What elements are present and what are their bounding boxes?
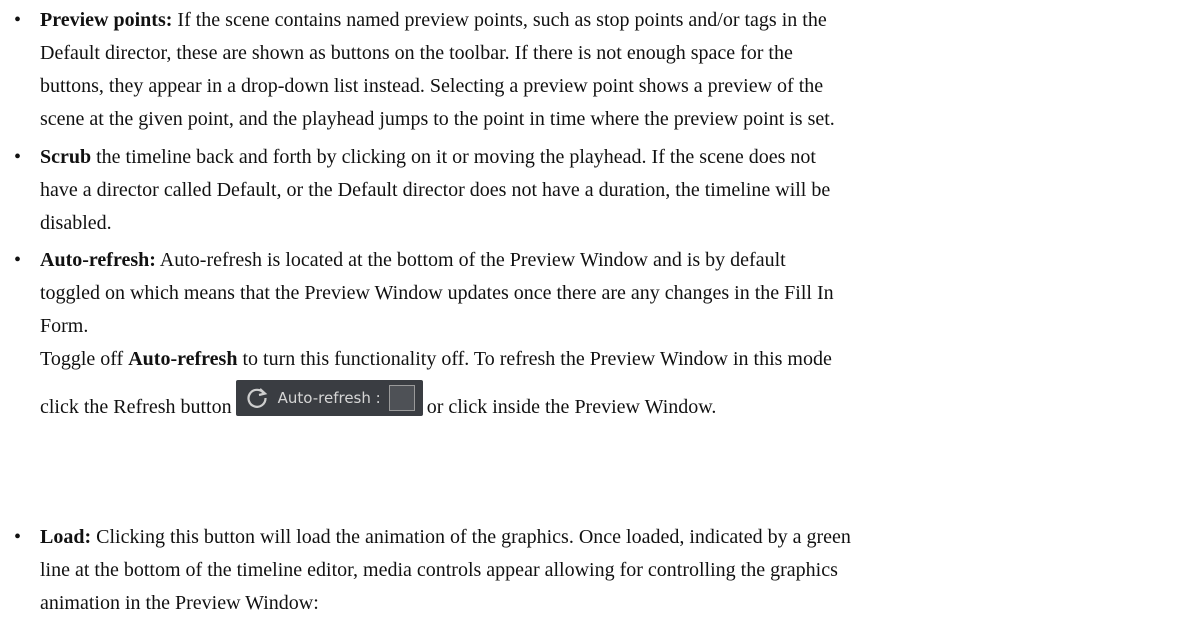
term-auto-refresh-inline: Auto-refresh <box>128 348 238 370</box>
bullet: • <box>14 9 22 31</box>
refresh-button-image: Auto-refresh : <box>235 380 423 416</box>
term-auto-refresh: Auto-refresh: <box>40 249 156 271</box>
text-segment: Clicking this button will load the anima… <box>91 526 851 548</box>
bullet: • <box>14 526 22 548</box>
text-line: line at the bottom of the timeline edito… <box>40 559 838 581</box>
text-line: click the Refresh button Auto-refresh : or… <box>40 380 1185 424</box>
text-segment: click the Refresh button <box>40 396 232 418</box>
text-line: Auto-refresh: Auto-refresh is located at… <box>40 244 1185 277</box>
refresh-icon <box>247 388 267 408</box>
text-line: Default director, these are shown as but… <box>40 42 793 64</box>
text-segment: to turn this functionality off. To refre… <box>237 348 832 370</box>
text-line: scene at the given point, and the playhe… <box>40 108 835 130</box>
text-line: Preview points: If the scene contains na… <box>40 4 1185 37</box>
document-page: • Preview points: If the scene contains … <box>0 0 1194 630</box>
list-item-scrub: • Scrub the timeline back and forth by c… <box>14 141 1185 240</box>
text-segment: Toggle off <box>40 348 129 370</box>
bullet: • <box>14 249 22 271</box>
term-preview-points: Preview points: <box>40 9 173 31</box>
term-scrub: Scrub <box>40 146 92 168</box>
text-line: Scrub the timeline back and forth by cli… <box>40 141 1185 174</box>
text-line: Load: Clicking this button will load the… <box>40 521 1185 554</box>
text-line: Toggle off Auto-refresh to turn this fun… <box>40 343 1185 376</box>
list-item-preview-points: • Preview points: If the scene contains … <box>14 4 1185 136</box>
term-load: Load: <box>40 526 92 548</box>
text-segment: If the scene contains named preview poin… <box>172 9 827 31</box>
list-item-load: • Load: Clicking this button will load t… <box>14 521 1185 620</box>
text-segment: Auto-refresh is located at the bottom of… <box>155 249 786 271</box>
text-line: have a director called Default, or the D… <box>40 179 831 201</box>
text-line: buttons, they appear in a drop-down list… <box>40 75 824 97</box>
text-line: animation in the Preview Window: <box>40 592 319 614</box>
text-segment: or click inside the Preview Window. <box>426 396 717 418</box>
text-segment: the timeline back and forth by clicking … <box>91 146 816 168</box>
text-line: Form. <box>40 315 89 337</box>
bullet: • <box>14 146 22 168</box>
text-line: toggled on which means that the Preview … <box>40 282 834 304</box>
auto-refresh-checkbox <box>388 385 415 411</box>
list-item-auto-refresh: • Auto-refresh: Auto-refresh is located … <box>14 244 1185 424</box>
auto-refresh-label: Auto-refresh : <box>277 388 381 407</box>
text-line: disabled. <box>40 212 112 234</box>
